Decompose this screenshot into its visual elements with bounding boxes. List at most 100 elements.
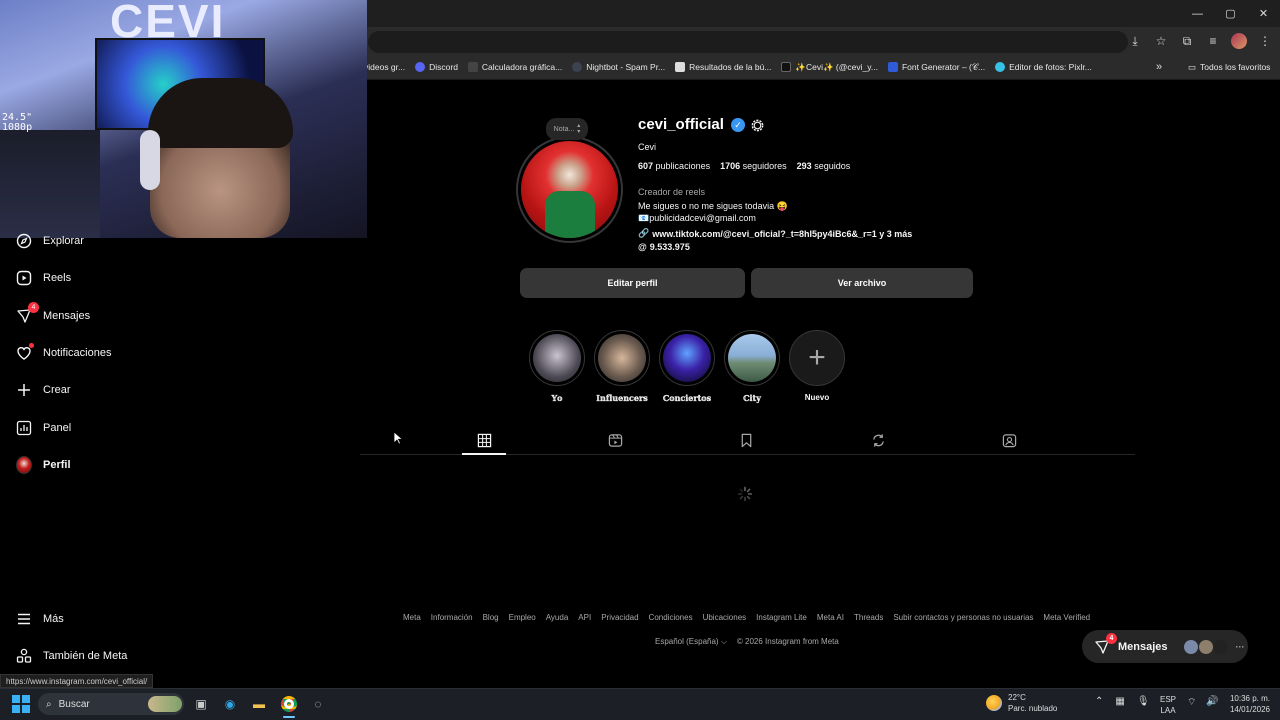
tab-reposts[interactable]: [868, 430, 888, 450]
loading-spinner-icon: [737, 486, 753, 502]
nav-reels[interactable]: Reels: [16, 266, 71, 290]
highlight-item[interactable]: ℂ𝕚𝕥𝕪: [724, 330, 780, 403]
profile-photo: [521, 141, 618, 238]
highlight-item[interactable]: 𝕀𝕟𝕗𝕝𝕦𝕖𝕟𝕔𝕖𝕣𝕤: [594, 330, 650, 403]
followers-stat[interactable]: 1706 seguidores: [720, 161, 787, 171]
footer-link[interactable]: Threads: [854, 613, 883, 622]
nav-dashboard[interactable]: Panel: [16, 416, 71, 440]
close-button[interactable]: ✕: [1247, 0, 1280, 27]
tray-app-icon[interactable]: ▦: [1115, 696, 1124, 707]
weather-widget[interactable]: 22°C Parc. nublado: [986, 692, 1057, 714]
footer-link[interactable]: Ayuda: [546, 613, 569, 622]
footer-link[interactable]: Meta: [403, 613, 421, 622]
note-bubble[interactable]: Nota... ▴ ▾: [546, 118, 588, 140]
posts-grid-icon: [477, 433, 491, 447]
chart-icon: [16, 420, 32, 436]
threads-link[interactable]: @ 9.533.975: [638, 242, 690, 252]
toolbar-icons: ⤓ ☆ ⧉ ≡ ⋮: [1126, 30, 1274, 52]
file-explorer-icon[interactable]: ▬: [249, 694, 269, 714]
webcam-hair: [148, 78, 293, 148]
recent-chat-avatars: [1183, 639, 1228, 654]
install-app-icon[interactable]: ⤓: [1126, 30, 1144, 52]
footer-link[interactable]: Meta AI: [817, 613, 844, 622]
footer-bottom: Español (España) ⌵ © 2026 Instagram from…: [655, 637, 839, 647]
view-archive-button[interactable]: Ver archivo: [751, 268, 973, 298]
start-button-icon[interactable]: [12, 695, 30, 713]
bookmark-item[interactable]: Discord: [415, 58, 458, 76]
media-control-icon[interactable]: ≡: [1204, 30, 1222, 52]
tab-saved[interactable]: [736, 430, 756, 450]
verified-badge-icon: ✓: [731, 118, 745, 132]
edge-icon[interactable]: ◉: [220, 694, 240, 714]
tab-reels[interactable]: [605, 430, 625, 450]
threads-icon: @: [638, 242, 647, 252]
nav-messages[interactable]: 4 Mensajes: [16, 302, 90, 328]
highlight-item[interactable]: 𝕐𝕠: [529, 330, 585, 403]
bookmarks-more-button[interactable]: »: [1156, 58, 1162, 76]
bookmark-item[interactable]: Editor de fotos: Pixlr...: [995, 58, 1092, 76]
search-icon: ⌕: [46, 698, 52, 710]
footer-links: Meta Información Blog Empleo Ayuda API P…: [403, 613, 1090, 622]
bookmark-star-icon[interactable]: ☆: [1152, 30, 1170, 52]
profile-avatar-icon[interactable]: [1230, 30, 1248, 52]
footer-link[interactable]: Meta Verified: [1043, 613, 1090, 622]
volume-icon[interactable]: 🔊: [1206, 696, 1218, 709]
profile-stats: 607 publicaciones 1706 seguidores 293 se…: [638, 161, 850, 171]
extensions-icon[interactable]: ⧉: [1178, 30, 1196, 52]
chevron-up-icon[interactable]: ⌃: [1095, 696, 1103, 707]
bookmark-item[interactable]: ✨Cevi✨ (@cevi_y...: [781, 58, 878, 76]
system-tray-icons: ⌔ 🔊: [1187, 696, 1219, 709]
gaming-app-icon[interactable]: ◌: [308, 694, 328, 714]
tab-tagged[interactable]: [999, 430, 1019, 450]
microphone-icon[interactable]: 🎙: [1137, 696, 1150, 707]
profile-avatar[interactable]: [516, 136, 623, 243]
nav-explore[interactable]: Explorar: [16, 229, 84, 253]
footer-link[interactable]: Empleo: [509, 613, 536, 622]
minimize-button[interactable]: —: [1181, 0, 1214, 27]
chrome-icon[interactable]: [279, 694, 299, 714]
address-bar[interactable]: [368, 31, 1128, 53]
taskbar-clock[interactable]: 10:36 p. m. 14/01/2026: [1226, 693, 1270, 715]
font-icon: [887, 62, 898, 72]
language-indicator[interactable]: ESP LAA: [1160, 694, 1176, 716]
nav-more[interactable]: Más: [16, 607, 64, 631]
following-stat[interactable]: 293 seguidos: [797, 161, 851, 171]
bookmark-item[interactable]: Resultados de la bú...: [675, 58, 771, 76]
notification-dot: [29, 343, 34, 348]
browser-menu-icon[interactable]: ⋮: [1256, 30, 1274, 52]
nav-profile[interactable]: Perfil: [16, 453, 71, 477]
new-highlight-button[interactable]: + Nuevo: [789, 330, 845, 402]
settings-gear-icon[interactable]: [750, 118, 765, 133]
task-view-icon[interactable]: ▣: [191, 694, 211, 714]
footer-link[interactable]: Condiciones: [649, 613, 693, 622]
nav-create[interactable]: Crear: [16, 378, 71, 402]
nav-also-meta[interactable]: También de Meta: [16, 644, 127, 668]
reposts-icon: [872, 433, 884, 447]
bookmark-item[interactable]: videos gr...: [364, 58, 405, 76]
wifi-icon[interactable]: ⌔: [1187, 696, 1196, 709]
bio-line: Me sigues o no me sigues todavia 😝: [638, 201, 788, 211]
bookmark-item[interactable]: Nightbot - Spam Pr...: [572, 58, 665, 76]
taskbar-search[interactable]: ⌕ Buscar: [38, 693, 184, 715]
bookmark-item[interactable]: Calculadora gráfica...: [467, 58, 562, 76]
all-favorites-button[interactable]: ▭ Todos los favoritos: [1188, 58, 1270, 76]
footer-link[interactable]: Blog: [483, 613, 499, 622]
copyright: © 2026 Instagram from Meta: [736, 637, 839, 646]
edit-profile-button[interactable]: Editar perfil: [520, 268, 745, 298]
bio-link[interactable]: 🔗 www.tiktok.com/@cevi_oficial?_t=8hI5py…: [638, 228, 912, 239]
nav-notifications[interactable]: Notificaciones: [16, 341, 111, 365]
messages-pill[interactable]: 4 Mensajes ···: [1082, 630, 1248, 663]
footer-link[interactable]: Información: [431, 613, 473, 622]
bookmark-item[interactable]: Font Generator – (𝒞...: [887, 58, 985, 76]
status-url: https://www.instagram.com/cevi_official/: [0, 674, 154, 688]
highlight-item[interactable]: ℂ𝕠𝕟𝕔𝕚𝕖𝕣𝕥𝕠𝕤: [659, 330, 715, 403]
footer-link[interactable]: Subir contactos y personas no usuarias: [893, 613, 1033, 622]
maximize-button[interactable]: ▢: [1214, 0, 1247, 27]
language-select[interactable]: Español (España) ⌵: [655, 637, 727, 647]
footer-link[interactable]: Privacidad: [601, 613, 638, 622]
plus-icon: +: [789, 330, 845, 386]
tab-posts[interactable]: [474, 430, 494, 450]
footer-link[interactable]: API: [578, 613, 591, 622]
footer-link[interactable]: Instagram Lite: [756, 613, 807, 622]
footer-link[interactable]: Ubicaciones: [703, 613, 747, 622]
